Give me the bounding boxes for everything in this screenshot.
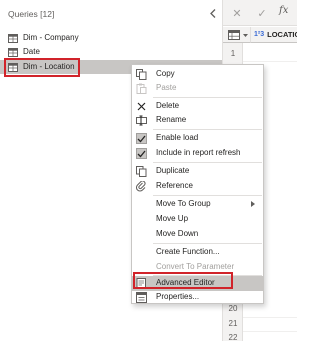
query-item-dim-company[interactable]: Dim - Company <box>0 31 222 45</box>
menu-item-label: Convert To Parameter <box>156 262 235 271</box>
menu-item-label: Move Up <box>156 214 189 223</box>
row-divider <box>243 61 297 62</box>
menu-item-label: Move Down <box>156 229 199 238</box>
menu-item-label: Enable load <box>156 133 199 142</box>
menu-separator <box>153 195 262 196</box>
menu-item-move-down[interactable]: Move Down <box>132 227 263 242</box>
column-name: LOCATION_ <box>267 30 297 39</box>
menu-item-label: Delete <box>156 101 180 110</box>
query-item-label: Dim - Location <box>23 62 75 71</box>
menu-item-duplicate[interactable]: Duplicate <box>132 164 263 179</box>
check-icon: ✓ <box>257 7 267 20</box>
collapse-pane-button[interactable] <box>208 6 218 20</box>
menu-item-create-function[interactable]: Create Function... <box>132 245 263 260</box>
menu-item-properties[interactable]: Properties... <box>132 290 263 305</box>
menu-item-label: Reference <box>156 181 193 190</box>
cancel-formula-button[interactable]: ✕ <box>228 6 246 20</box>
checkbox-checked-icon <box>136 133 147 144</box>
table-corner-menu[interactable] <box>223 27 251 43</box>
menu-item-label: Include in report refresh <box>156 148 241 157</box>
table-icon <box>8 63 18 72</box>
menu-item-delete[interactable]: Delete <box>132 99 263 114</box>
properties-icon <box>136 292 147 303</box>
menu-item-label: Advanced Editor <box>156 278 215 287</box>
column-header-location[interactable]: 1²3 LOCATION_ <box>251 27 297 43</box>
menu-separator <box>153 97 262 98</box>
row-number: 22 <box>228 333 238 341</box>
menu-item-rename[interactable]: Rename <box>132 113 263 128</box>
menu-item-convert-to-parameter[interactable]: Convert To Parameter <box>132 260 263 275</box>
menu-separator <box>153 243 262 244</box>
context-menu: Copy Paste Delete Rename Enable load Inc… <box>131 64 264 304</box>
formula-bar: ✕ ✓ fx <box>223 0 297 26</box>
menu-item-label: Rename <box>156 115 187 124</box>
menu-item-include-in-refresh[interactable]: Include in report refresh <box>132 146 263 161</box>
menu-item-label: Move To Group <box>156 199 211 208</box>
chevron-left-icon <box>210 8 216 18</box>
copy-icon <box>136 69 147 80</box>
row-number: 21 <box>228 319 238 328</box>
fx-label: fx <box>279 5 289 16</box>
row-divider <box>243 331 297 332</box>
reference-icon <box>136 181 147 192</box>
x-icon: ✕ <box>232 7 242 20</box>
query-item-date[interactable]: Date <box>0 45 222 59</box>
menu-item-reference[interactable]: Reference <box>132 179 263 194</box>
menu-item-move-to-group[interactable]: Move To Group <box>132 197 263 212</box>
menu-item-label: Paste <box>156 83 177 92</box>
menu-item-label: Properties... <box>156 292 200 301</box>
menu-item-label: Copy <box>156 69 175 78</box>
menu-item-paste[interactable]: Paste <box>132 81 263 96</box>
query-item-label: Dim - Company <box>23 33 79 42</box>
duplicate-icon <box>136 166 147 177</box>
table-icon <box>8 48 18 57</box>
menu-item-enable-load[interactable]: Enable load <box>132 131 263 146</box>
commit-formula-button[interactable]: ✓ <box>253 6 271 20</box>
advanced-editor-icon <box>136 278 147 289</box>
menu-separator <box>153 129 262 130</box>
menu-item-label: Create Function... <box>156 247 220 256</box>
menu-item-label: Duplicate <box>156 166 190 175</box>
column-type-icon[interactable]: 1²3 <box>254 31 264 38</box>
row-divider <box>243 317 297 318</box>
menu-separator <box>153 162 262 163</box>
table-icon <box>228 30 240 40</box>
row-number: 1 <box>230 49 236 58</box>
chevron-down-icon <box>243 34 248 37</box>
menu-item-advanced-editor[interactable]: Advanced Editor <box>132 276 263 291</box>
rename-icon <box>136 115 147 126</box>
checkbox-checked-icon <box>136 148 147 159</box>
delete-x-icon <box>136 101 147 112</box>
query-item-label: Date <box>23 47 40 56</box>
table-icon <box>8 34 18 43</box>
menu-item-copy[interactable]: Copy <box>132 67 263 82</box>
paste-icon <box>136 83 147 94</box>
queries-header: Queries [12] <box>8 9 55 19</box>
menu-item-move-up[interactable]: Move Up <box>132 212 263 227</box>
submenu-arrow-icon <box>251 201 255 207</box>
